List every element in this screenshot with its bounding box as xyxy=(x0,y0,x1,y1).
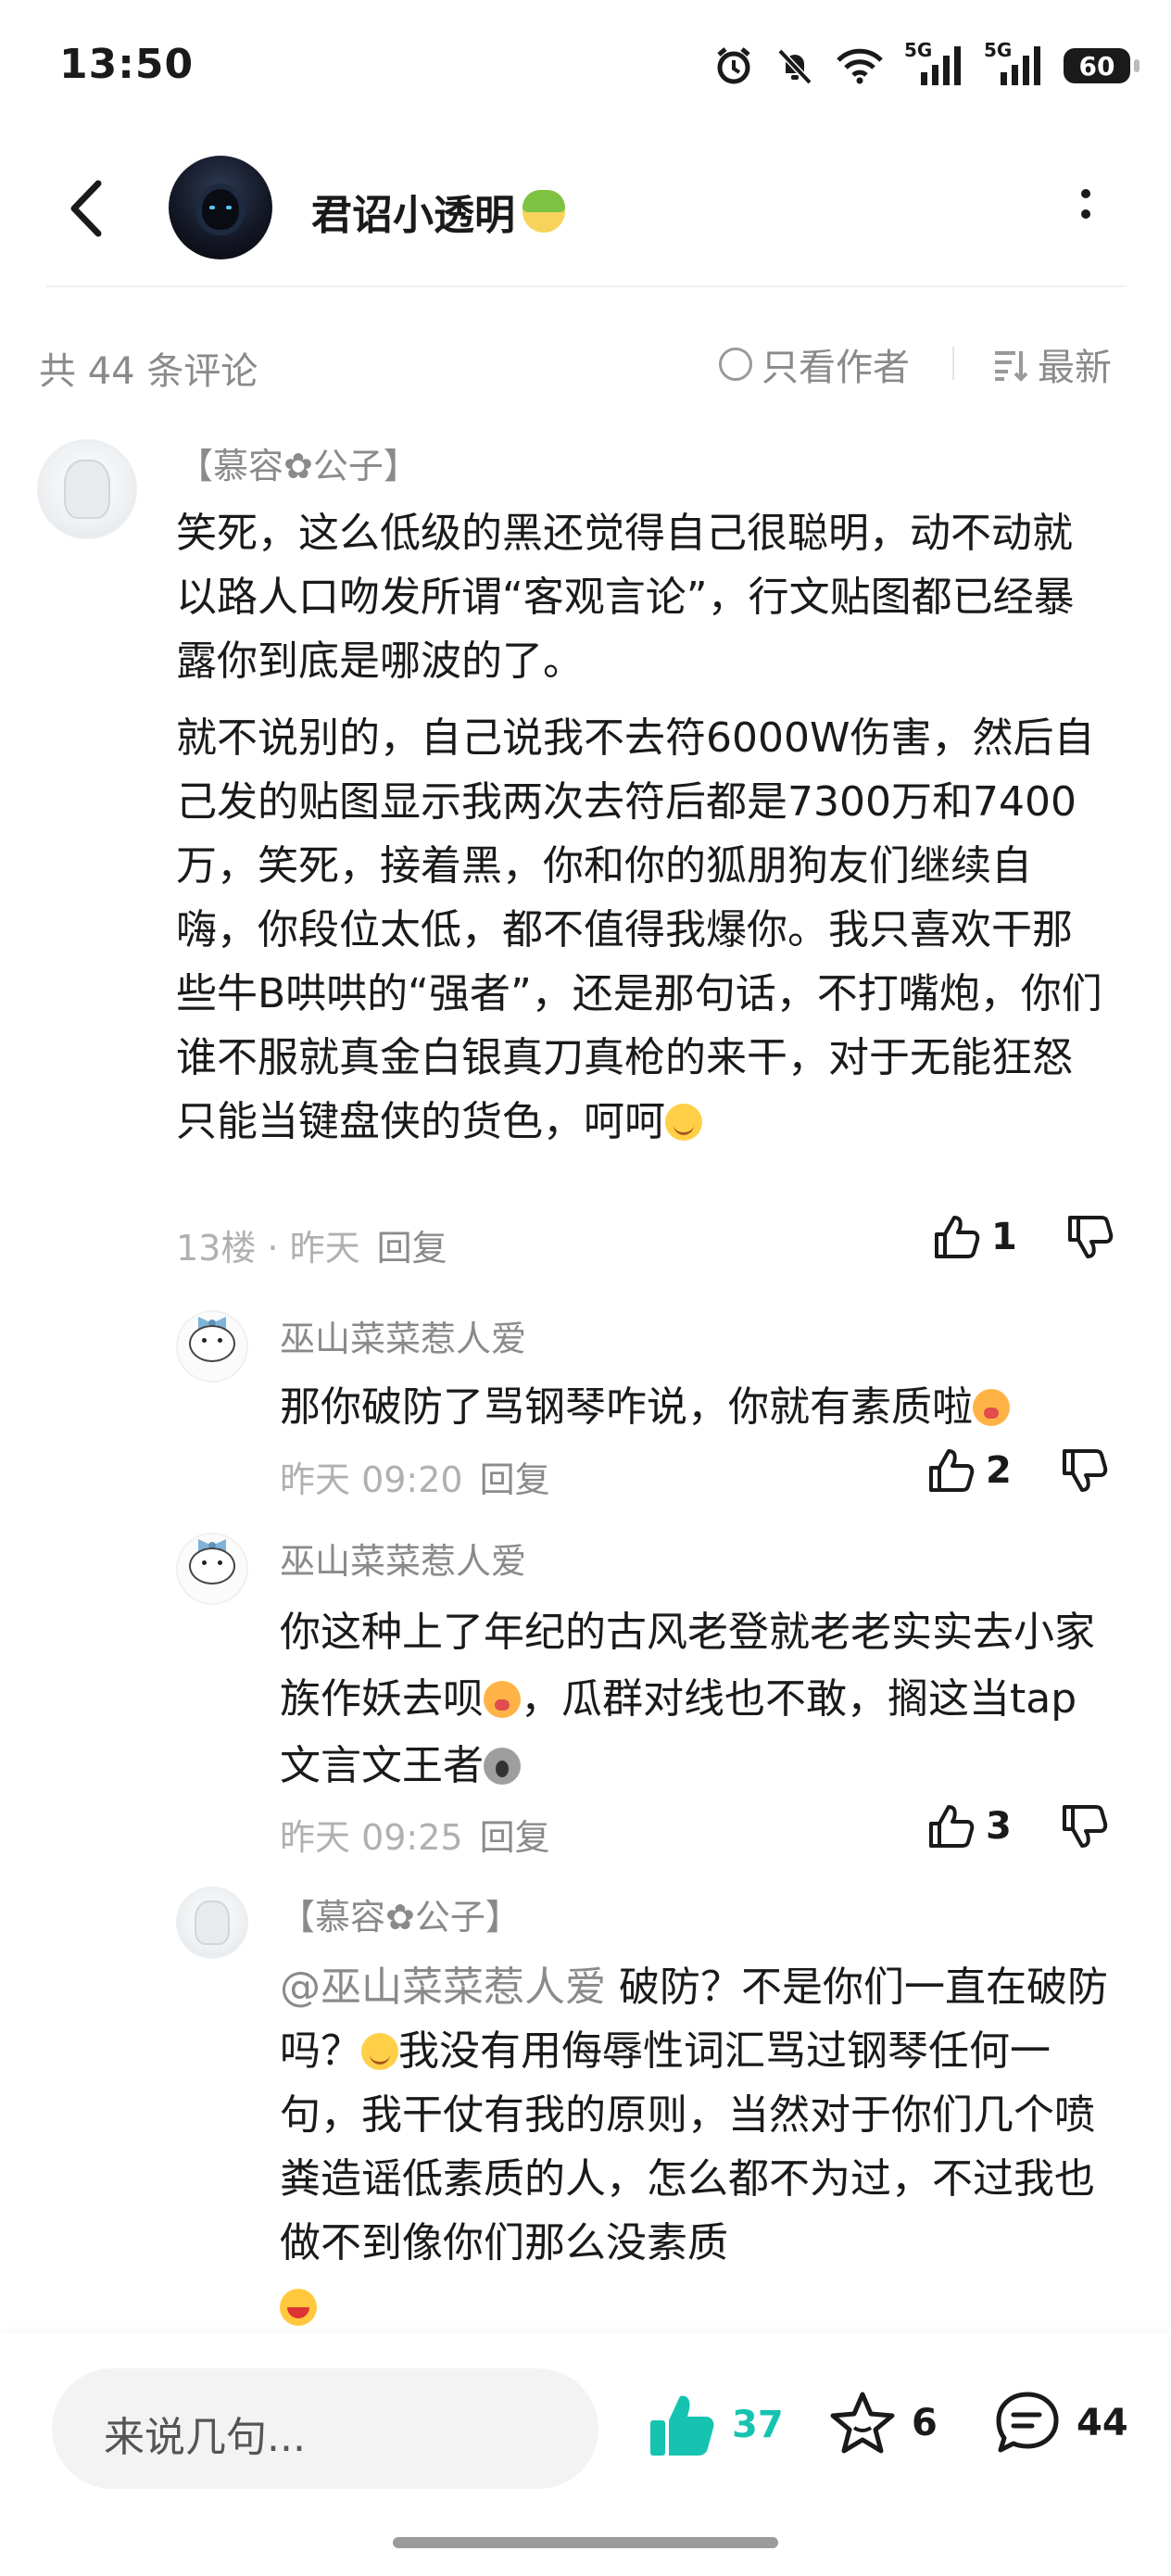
link-emoji-icon xyxy=(523,190,565,233)
comment-bubble-icon xyxy=(996,2392,1059,2453)
bottom-like-button[interactable]: 37 xyxy=(647,2389,784,2461)
reply-button[interactable]: 回复 xyxy=(480,1809,550,1860)
like-button[interactable]: 1 xyxy=(932,1212,1017,1262)
comment-meta: 13楼 · 昨天 回复 xyxy=(176,1219,447,1270)
signal-1-icon: 5G xyxy=(904,39,963,87)
more-options-button[interactable] xyxy=(1075,189,1097,235)
status-time: 13:50 xyxy=(59,41,195,88)
smile-emoji-icon xyxy=(665,1104,702,1141)
sort-icon xyxy=(995,351,1028,382)
reply-meta: 昨天 09:20 回复 xyxy=(280,1451,550,1502)
back-button[interactable] xyxy=(59,176,115,241)
thumbs-up-icon xyxy=(935,1216,980,1258)
mute-bell-icon xyxy=(777,48,812,85)
replier-avatar[interactable] xyxy=(176,1310,248,1383)
wifi-icon xyxy=(837,48,883,84)
comment-input[interactable]: 来说几句... xyxy=(52,2368,598,2489)
shocked-emoji-icon xyxy=(484,1748,521,1785)
hot-face-emoji-icon xyxy=(973,1389,1010,1426)
home-indicator[interactable] xyxy=(393,2537,778,2548)
alarm-icon xyxy=(717,47,750,84)
author-name[interactable]: 君诏小透明 xyxy=(311,182,565,241)
only-author-toggle[interactable]: 只看作者 xyxy=(719,337,910,391)
sort-latest-button[interactable]: 最新 xyxy=(991,337,1112,391)
reply-text: 你这种上了年纪的古风老登就老老实实去小家族作妖去呗 ，瓜群对线也不敢，搁这当tap… xyxy=(280,1609,1095,1789)
reply-button[interactable]: 回复 xyxy=(377,1219,447,1270)
sort-divider xyxy=(952,347,954,380)
back-arrow-icon xyxy=(70,180,102,237)
replier-name[interactable]: 巫山菜菜惹人爱 xyxy=(280,1310,526,1361)
angry-emoji-icon xyxy=(484,1681,521,1718)
reply-actions: 2 xyxy=(926,1446,1110,1496)
battery-icon: 60 xyxy=(1064,48,1140,83)
replier-avatar[interactable] xyxy=(176,1887,248,1959)
comment-count: 共 44 条评论 xyxy=(39,350,258,393)
reply-actions: 3 xyxy=(926,1801,1110,1851)
header-divider xyxy=(46,285,1125,287)
comment-text: 笑死，这么低级的黑还觉得自己很聪明，动不动就以路人口吻发所谓“客观言论”，行文贴… xyxy=(176,510,1102,1145)
commenter-avatar[interactable] xyxy=(37,439,137,539)
reply-button[interactable]: 回复 xyxy=(480,1451,550,1502)
reply-text: @巫山菜菜惹人爱 破防？不是你们一直在破防吗？ 我没有用侮辱性词汇骂过钢琴任何一句… xyxy=(280,1955,1123,2339)
status-icons: 5G 5G 60 xyxy=(713,39,1140,87)
thumbs-up-filled-icon xyxy=(650,2395,714,2456)
comment-actions: 1 xyxy=(932,1212,1115,1262)
commenter-name[interactable]: 【慕容✿公子】 xyxy=(178,437,419,488)
replier-avatar[interactable] xyxy=(176,1533,248,1605)
thumbs-down-icon[interactable] xyxy=(1065,1212,1115,1262)
bottom-favorite-button[interactable]: 6 xyxy=(828,2389,938,2457)
thumbs-down-icon[interactable] xyxy=(1060,1801,1110,1851)
smile-emoji-icon xyxy=(361,2033,398,2070)
bottom-comment-button[interactable]: 44 xyxy=(993,2389,1128,2457)
signal-2-icon: 5G xyxy=(984,39,1043,87)
like-button[interactable]: 2 xyxy=(926,1446,1012,1496)
mention-link[interactable]: @巫山菜菜惹人爱 xyxy=(280,1964,606,2011)
replier-name[interactable]: 【慕容✿公子】 xyxy=(280,1888,521,1939)
thumbs-up-icon xyxy=(929,1805,975,1848)
thumbs-up-icon xyxy=(929,1449,975,1492)
reply-text: 那你破防了骂钢琴咋说，你就有素质啦 xyxy=(280,1375,1114,1439)
grin-emoji-icon xyxy=(280,2289,317,2326)
replier-name[interactable]: 巫山菜菜惹人爱 xyxy=(280,1533,526,1584)
author-avatar[interactable] xyxy=(169,156,272,259)
like-button[interactable]: 3 xyxy=(926,1801,1012,1851)
radio-circle-icon xyxy=(719,347,752,381)
star-icon xyxy=(830,2392,895,2454)
thumbs-down-icon[interactable] xyxy=(1060,1446,1110,1496)
reply-meta: 昨天 09:25 回复 xyxy=(280,1809,550,1860)
